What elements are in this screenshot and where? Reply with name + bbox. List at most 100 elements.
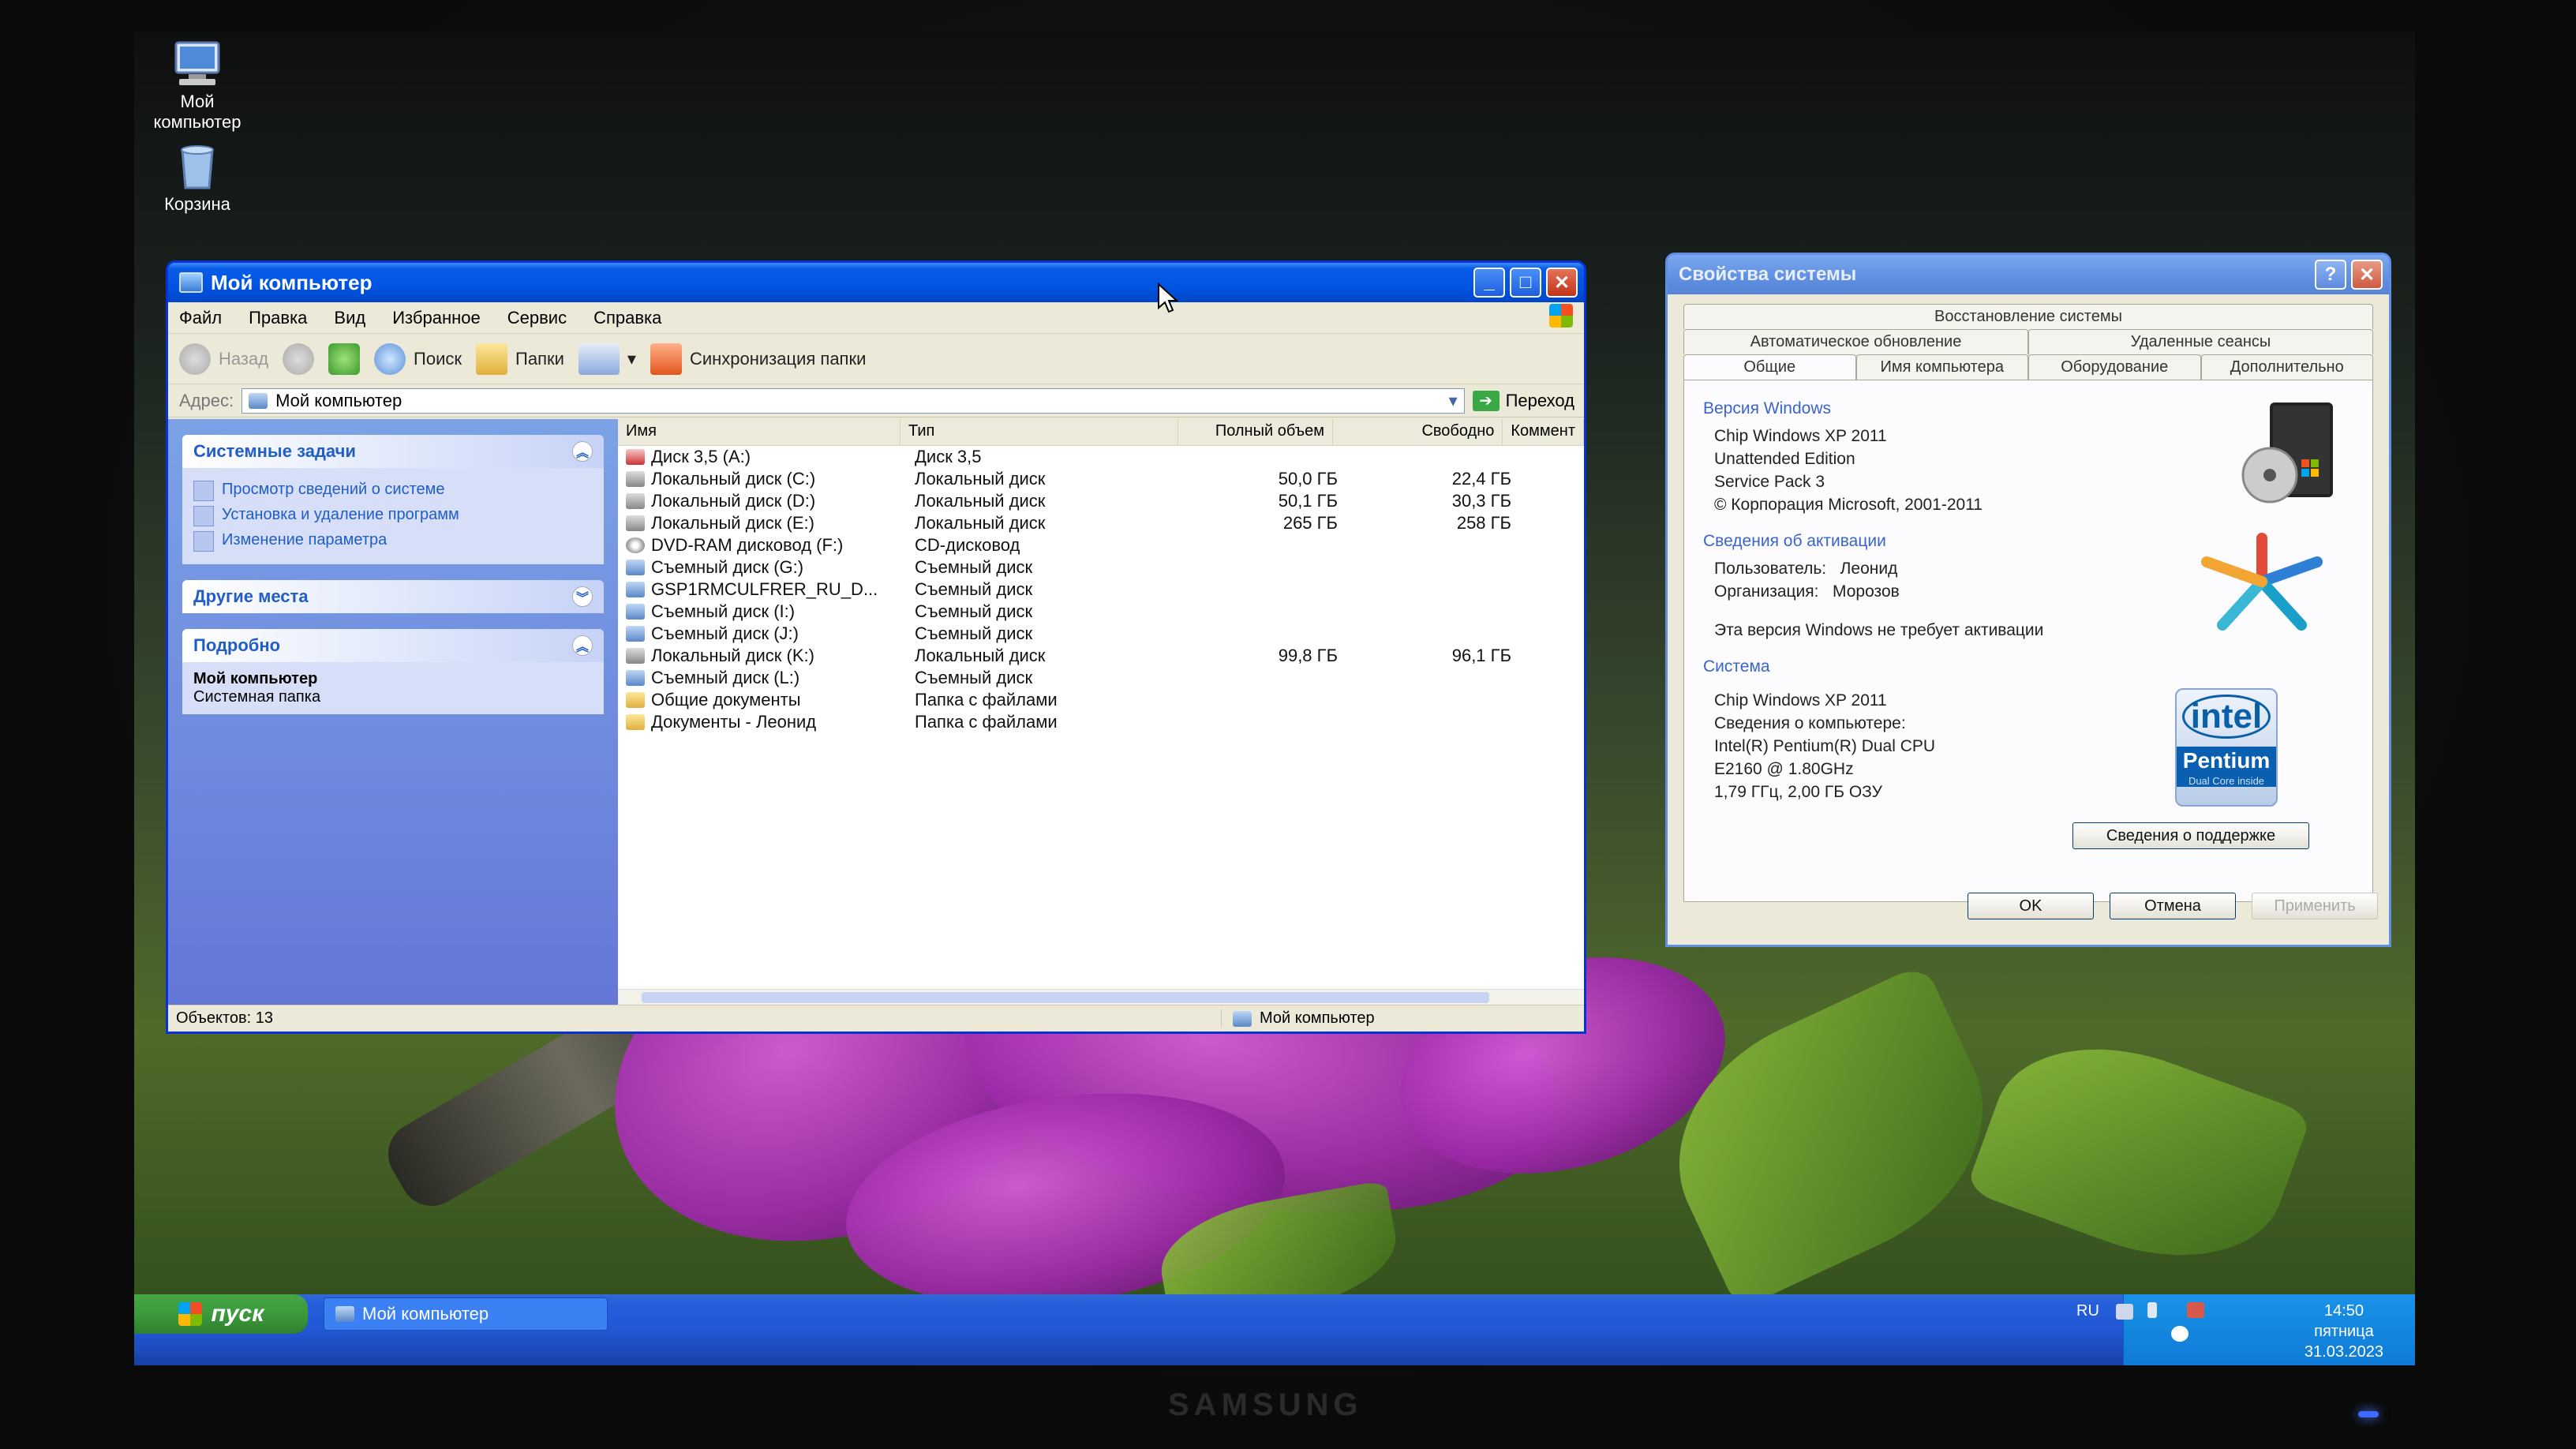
table-row[interactable]: Локальный диск (E:) Локальный диск 265 ГБ 2… (618, 512, 1584, 534)
up-button[interactable] (328, 343, 361, 375)
table-row[interactable]: Съемный диск (J:) Съемный диск (618, 623, 1584, 645)
my-computer-icon (170, 39, 225, 88)
wallpaper-leaf (1965, 1012, 2312, 1293)
menu-help[interactable]: Справка (593, 308, 661, 328)
task-add-remove-programs[interactable]: Установка и удаление программ (193, 506, 593, 526)
cell-name: Локальный диск (E:) (618, 513, 907, 534)
pentium-logo-text: Pentium (2177, 747, 2276, 775)
windows-box-icon (2238, 396, 2341, 515)
taskbar-item-my-computer[interactable]: Мой компьютер (324, 1297, 608, 1331)
collapse-icon[interactable]: ︽ (572, 441, 593, 462)
menu-edit[interactable]: Правка (249, 308, 307, 328)
cell-type: Папка с файлами (915, 690, 1058, 710)
drive-icon (626, 537, 645, 553)
tab-hardware[interactable]: Оборудование (2028, 354, 2201, 380)
task-label: Мой компьютер (362, 1304, 489, 1324)
folders-button[interactable]: Папки (476, 343, 564, 375)
task-change-setting[interactable]: Изменение параметра (193, 531, 593, 552)
horizontal-scrollbar[interactable] (618, 989, 1584, 1005)
keyboard-icon[interactable] (2116, 1304, 2133, 1320)
table-row[interactable]: Локальный диск (C:) Локальный диск 50,0 ГБ… (618, 468, 1584, 490)
security-icon[interactable] (2187, 1302, 2204, 1318)
column-free[interactable]: Свободно (1333, 419, 1503, 445)
tab-automatic-updates[interactable]: Автоматическое обновление (1683, 329, 2028, 354)
cell-name: Съемный диск (G:) (618, 557, 907, 578)
expand-icon[interactable]: ︾ (572, 586, 593, 607)
desktop: Мой компьютер Корзина Мой компьютер _ □ … (134, 32, 2415, 1365)
tab-computer-name[interactable]: Имя компьютера (1855, 354, 2028, 380)
other-places-header[interactable]: Другие места ︾ (182, 580, 604, 613)
menu-favorites[interactable]: Избранное (392, 308, 481, 328)
table-row[interactable]: DVD-RAM дисковод (F:) CD-дисковод (618, 534, 1584, 556)
go-button[interactable]: ➔ Переход (1472, 390, 1584, 411)
cell-free: 22,4 ГБ (1451, 469, 1511, 489)
column-name[interactable]: Имя (618, 419, 900, 445)
start-label: пуск (211, 1301, 264, 1327)
row-name: Общие документы (651, 690, 801, 710)
explorer-titlebar[interactable]: Мой компьютер _ □ ✕ (168, 263, 1584, 302)
task-label: Просмотр сведений о системе (222, 481, 445, 498)
dialog-titlebar[interactable]: Свойства системы ? ✕ (1668, 255, 2389, 294)
column-type[interactable]: Тип (900, 419, 1179, 445)
details-desc: Системная папка (193, 688, 321, 706)
column-total[interactable]: Полный объем (1178, 419, 1333, 445)
tab-advanced[interactable]: Дополнительно (2200, 354, 2373, 380)
views-button[interactable]: ▾ (578, 343, 636, 375)
minimize-button[interactable]: _ (1473, 268, 1505, 298)
maximize-button[interactable]: □ (1510, 268, 1541, 298)
file-list: Имя Тип Полный объем Свободно Коммент Ди… (168, 419, 1584, 1032)
menu-view[interactable]: Вид (334, 308, 365, 328)
language-indicator[interactable]: RU (2076, 1302, 2099, 1320)
table-row[interactable]: Локальный диск (K:) Локальный диск 99,8 ГБ… (618, 645, 1584, 667)
sync-button[interactable]: Синхронизация папки (650, 343, 866, 375)
close-button[interactable]: ✕ (1546, 268, 1578, 298)
org-label: Организация: (1714, 582, 1819, 601)
user-label: Пользователь: (1714, 560, 1827, 578)
forward-button[interactable] (283, 343, 315, 375)
task-view-system-info[interactable]: Просмотр сведений о системе (193, 481, 593, 501)
ok-button[interactable]: OK (1968, 893, 2094, 919)
details-header[interactable]: Подробно ︽ (182, 629, 604, 662)
apply-button[interactable]: Применить (2252, 893, 2378, 919)
taskbar: пуск Мой компьютер RU 14:50 пятница 31.0… (134, 1294, 2415, 1365)
row-name: Съемный диск (G:) (651, 557, 804, 577)
power-led (2358, 1411, 2379, 1417)
table-row[interactable]: GSP1RMCULFRER_RU_D... Съемный диск (618, 578, 1584, 601)
table-row[interactable]: Локальный диск (D:) Локальный диск 50,1 ГБ… (618, 490, 1584, 512)
support-info-button[interactable]: Сведения о поддержке (2072, 822, 2309, 849)
network-icon[interactable] (2147, 1302, 2157, 1318)
system-info-icon (193, 481, 214, 501)
scroll-thumb[interactable] (642, 992, 1489, 1003)
column-comment[interactable]: Коммент (1503, 419, 1584, 445)
tab-general[interactable]: Общие (1683, 354, 1856, 380)
tab-remote[interactable]: Удаленные сеансы (2028, 329, 2373, 354)
back-button[interactable]: Назад (179, 343, 268, 375)
tab-system-restore[interactable]: Восстановление системы (1683, 304, 2373, 329)
desktop-icon-recycle-bin[interactable]: Корзина (134, 142, 260, 215)
task-label: Изменение параметра (222, 531, 388, 549)
address-input[interactable]: Мой компьютер ▾ (242, 388, 1465, 414)
close-button[interactable]: ✕ (2351, 260, 2383, 290)
search-button[interactable]: Поиск (374, 343, 462, 375)
chevron-down-icon[interactable]: ▾ (1449, 391, 1464, 411)
table-row[interactable]: Съемный диск (I:) Съемный диск (618, 601, 1584, 623)
mouse-cursor-icon (1157, 282, 1179, 318)
desktop-icon-my-computer[interactable]: Мой компьютер (134, 39, 260, 133)
cancel-button[interactable]: Отмена (2110, 893, 2236, 919)
task-label: Установка и удаление программ (222, 506, 459, 523)
table-row[interactable]: Съемный диск (L:) Съемный диск (618, 667, 1584, 689)
folders-icon (476, 343, 508, 375)
menu-file[interactable]: Файл (179, 308, 222, 328)
menu-tools[interactable]: Сервис (507, 308, 567, 328)
table-row[interactable]: Общие документы Папка с файлами (618, 689, 1584, 711)
volume-icon[interactable] (2171, 1326, 2188, 1342)
help-button[interactable]: ? (2315, 260, 2346, 290)
table-row[interactable]: Документы - Леонид Папка с файлами (618, 711, 1584, 733)
row-name: Локальный диск (C:) (651, 469, 816, 489)
system-tasks-header[interactable]: Системные задачи ︽ (182, 435, 604, 468)
collapse-icon[interactable]: ︽ (572, 635, 593, 656)
start-button[interactable]: пуск (134, 1294, 308, 1334)
table-row[interactable]: Диск 3,5 (A:) Диск 3,5 (618, 446, 1584, 468)
clock[interactable]: 14:50 пятница 31.03.2023 (2305, 1301, 2383, 1362)
table-row[interactable]: Съемный диск (G:) Съемный диск (618, 556, 1584, 578)
